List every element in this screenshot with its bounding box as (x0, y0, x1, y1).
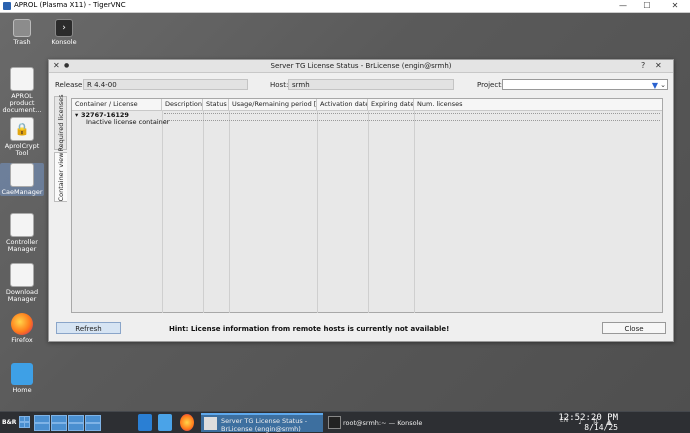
desktop-icon-label: Home (12, 386, 32, 394)
column-divider (368, 110, 369, 313)
column-divider (162, 110, 163, 313)
desktop: Trash › Konsole APROL product document..… (0, 13, 690, 411)
tab-label: Required licenses (56, 94, 65, 152)
desktop-icon-caemanager[interactable]: CaeManager (0, 163, 44, 196)
host-label: Host: (270, 81, 289, 89)
refresh-button[interactable]: Refresh (56, 322, 121, 334)
vnc-window-title: APROL (Plasma X11) - TigerVNC (14, 1, 126, 9)
task-konsole[interactable]: root@srmh:~ — Konsole (324, 413, 444, 432)
chevron-down-icon[interactable]: ⌄ (660, 80, 666, 91)
show-desktop-area[interactable] (624, 413, 684, 432)
taskbar: B&R Server TG License Status - BrLicense… (0, 411, 690, 433)
folder-icon[interactable] (158, 414, 172, 431)
column-status[interactable]: Status (203, 99, 229, 110)
start-menu-button[interactable]: B&R (2, 414, 16, 431)
column-divider (229, 110, 230, 313)
column-divider (414, 110, 415, 313)
home-folder-icon (11, 363, 33, 385)
desktop-icon-aprolcrypt[interactable]: 🔒 AprolCrypt Tool (0, 117, 44, 157)
firefox-icon (11, 313, 33, 335)
close-button[interactable]: Close (602, 322, 666, 334)
desktop-icon-home[interactable]: Home (0, 363, 44, 394)
host-field: srmh (288, 79, 454, 90)
task-label: root@srmh:~ — Konsole (343, 419, 423, 427)
desktop-icon-konsole[interactable]: › Konsole (42, 19, 86, 46)
clock[interactable]: 12:52:20 PM 8/14/25 (558, 413, 618, 433)
tab-container-view[interactable]: Container view (54, 152, 67, 202)
license-status-dialog: ✕ ● Server TG License Status - BrLicense… (48, 59, 674, 342)
table-header: Container / License Description Status U… (72, 99, 662, 111)
aprol-document-icon (10, 67, 34, 91)
desktop-icon-label: Controller Manager (6, 238, 38, 253)
desktop-icon-download-manager[interactable]: Download Manager (0, 263, 44, 303)
desktop-icon-label: Firefox (11, 336, 33, 344)
dialog-title: Server TG License Status - BrLicense (en… (270, 62, 452, 70)
tab-label: Container view (57, 152, 65, 202)
column-description[interactable]: Description (162, 99, 203, 110)
clock-time: 12:52:20 PM (558, 413, 618, 423)
trash-icon (13, 19, 31, 37)
tree-expand-icon[interactable]: ▾ (75, 111, 78, 119)
desktop-icon-label: Download Manager (5, 288, 39, 303)
firefox-taskbar-icon[interactable] (180, 414, 194, 431)
container-description: Inactive license container (86, 118, 170, 126)
vnc-close-button[interactable]: ✕ (664, 0, 686, 12)
desktop-icon-label: APROL product document... (2, 92, 42, 114)
desktop-grid-icon[interactable] (18, 414, 30, 431)
desktop-icon-aprol-docs[interactable]: APROL product document... (0, 67, 44, 114)
brlicense-app-icon (204, 417, 217, 430)
column-activation-date[interactable]: Activation date (317, 99, 368, 110)
column-expiring-date[interactable]: Expiring date (368, 99, 414, 110)
download-icon (10, 263, 34, 287)
file-manager-icon[interactable] (138, 414, 152, 431)
controller-icon (10, 213, 34, 237)
virtual-desktop-pager[interactable] (34, 414, 134, 431)
column-container-license[interactable]: Container / License (72, 99, 162, 110)
desktop-icon-label: Trash (13, 38, 31, 46)
desktop-icon-controller-manager[interactable]: Controller Manager (0, 213, 44, 253)
desktop-icon-firefox[interactable]: Firefox (0, 313, 44, 344)
project-label: Project: (477, 81, 504, 89)
tab-required-licenses[interactable]: Required licenses (54, 94, 67, 152)
konsole-task-icon (328, 416, 341, 429)
column-divider (203, 110, 204, 313)
tigervnc-icon (3, 2, 11, 10)
dialog-help-icon[interactable]: ? (641, 61, 645, 71)
filter-icon[interactable]: ▼ (652, 81, 658, 90)
project-combobox[interactable]: ▼ ⌄ (502, 79, 668, 90)
task-label: Server TG License Status - (221, 417, 308, 425)
dialog-close-icon[interactable]: ✕ (655, 61, 662, 71)
license-table: Container / License Description Status U… (71, 98, 663, 313)
desktop-icon-label: AprolCrypt Tool (4, 142, 40, 157)
caemanager-icon (10, 163, 34, 187)
task-license-status[interactable]: Server TG License Status - BrLicense (en… (201, 413, 323, 433)
desktop-icon-label: CaeManager (1, 188, 43, 196)
vnc-maximize-button[interactable]: ☐ (636, 0, 658, 12)
vnc-title-bar: APROL (Plasma X11) - TigerVNC — ☐ ✕ (0, 0, 690, 13)
desktop-icon-label: Konsole (51, 38, 77, 46)
vnc-minimize-button[interactable]: — (612, 0, 634, 12)
row-separator (164, 113, 660, 121)
column-divider (317, 110, 318, 313)
column-usage[interactable]: Usage/Remaining period [da (229, 99, 317, 110)
lock-icon: 🔒 (10, 117, 34, 141)
column-num-licenses[interactable]: Num. licenses (414, 99, 662, 110)
release-field: R 4.4-00 (83, 79, 248, 90)
desktop-icon-trash[interactable]: Trash (0, 19, 44, 46)
release-label: Release: (55, 81, 85, 89)
hint-text: Hint: License information from remote ho… (169, 325, 450, 333)
dialog-title-bar: ✕ ● Server TG License Status - BrLicense… (49, 60, 673, 73)
konsole-icon: › (55, 19, 73, 37)
